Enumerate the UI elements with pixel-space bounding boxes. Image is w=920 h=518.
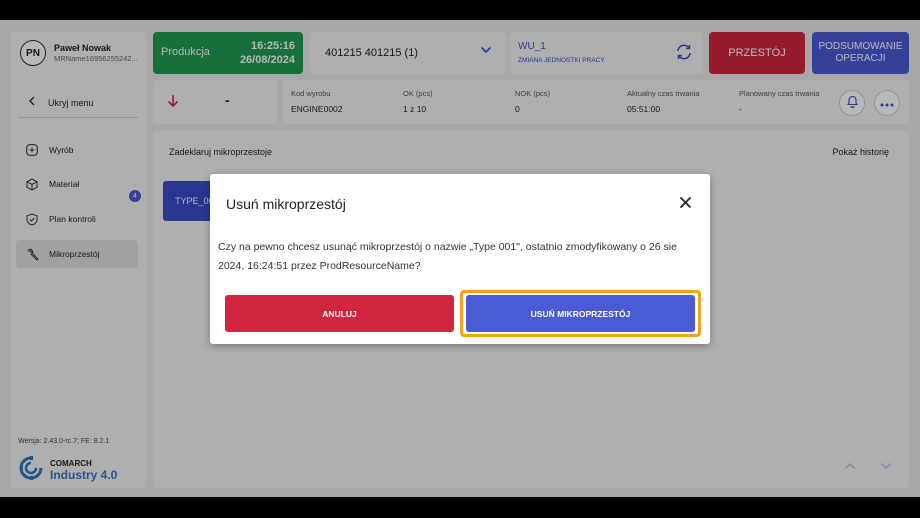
- dialog-title: Usuń mikroprzestój: [226, 196, 346, 212]
- delete-microstop-button[interactable]: USUŃ MIKROPRZESTÓJ: [466, 295, 695, 332]
- dialog-message: Czy na pewno chcesz usunąć mikroprzestój…: [218, 241, 677, 272]
- cancel-button[interactable]: ANULUJ: [225, 295, 454, 332]
- close-icon[interactable]: [679, 196, 692, 214]
- app-screen: PN Paweł Nowak MRName16956255242... Ukry…: [0, 20, 920, 497]
- delete-microstop-dialog: Usuń mikroprzestój Czy na pewno chcesz u…: [210, 174, 710, 344]
